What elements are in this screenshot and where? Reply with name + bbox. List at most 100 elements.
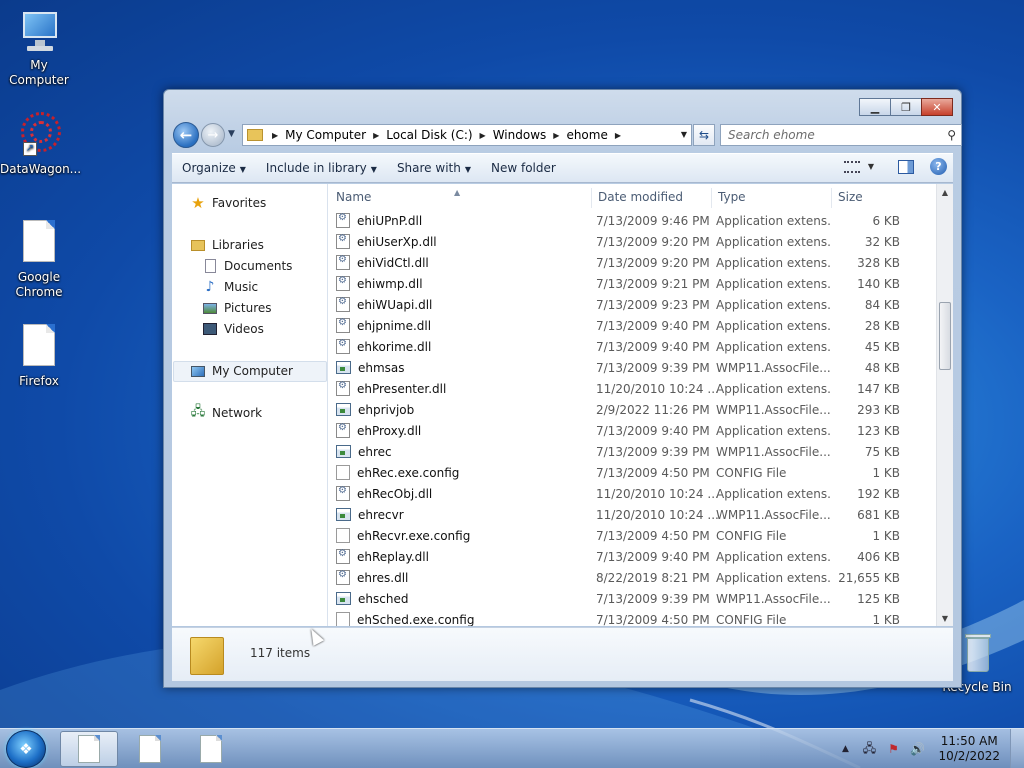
scrollbar-thumb[interactable] bbox=[939, 302, 951, 370]
column-header-date[interactable]: Date modified bbox=[592, 188, 712, 208]
table-row[interactable]: ehrecvr 11/20/2010 10:24 ... WMP11.AssocFi… bbox=[330, 504, 910, 525]
explorer-window[interactable]: ▁ ❐ ✕ ← → ▼ ▶ My Computer ▶ Local Disk (… bbox=[163, 89, 962, 688]
clock-time: 11:50 AM bbox=[940, 734, 998, 748]
table-row[interactable]: ehres.dll 8/22/2019 8:21 PM Application ex… bbox=[330, 567, 910, 588]
details-pane: 117 items bbox=[172, 627, 953, 681]
table-row[interactable]: ehiUPnP.dll 7/13/2009 9:46 PM Application … bbox=[330, 210, 910, 231]
file-list[interactable]: ▲ Name Date modified Type Size ehiUPnP.d… bbox=[330, 184, 935, 626]
breadcrumb-local-disk[interactable]: Local Disk (C:) bbox=[382, 128, 476, 142]
search-icon[interactable]: ⚲ bbox=[947, 128, 956, 142]
desktop-icon-firefox[interactable]: Firefox bbox=[0, 320, 78, 389]
table-row[interactable]: ehRecvr.exe.config 7/13/2009 4:50 PM CONFI… bbox=[330, 525, 910, 546]
dll-file-icon bbox=[336, 276, 350, 291]
forward-button[interactable]: → bbox=[201, 123, 225, 147]
search-input[interactable]: Search ehome ⚲ bbox=[720, 124, 962, 146]
table-row[interactable]: ehPresenter.dll 11/20/2010 10:24 ...Appli… bbox=[330, 378, 910, 399]
desktop-icon-datawagon[interactable]: ↗ DataWagon... bbox=[0, 112, 81, 177]
file-name-cell: ehPresenter.dll bbox=[330, 381, 592, 396]
show-desktop-button[interactable] bbox=[1010, 729, 1024, 768]
breadcrumb-ehome[interactable]: ehome bbox=[562, 128, 611, 142]
nav-favorites[interactable]: ★ Favorites bbox=[190, 193, 266, 213]
change-view-icon[interactable] bbox=[843, 160, 860, 173]
include-in-library-button[interactable]: Include in library ▼ bbox=[256, 161, 387, 175]
taskbar-button-3[interactable] bbox=[182, 731, 240, 767]
refresh-button[interactable]: ⇆ bbox=[693, 124, 715, 146]
share-with-button[interactable]: Share with ▼ bbox=[387, 161, 481, 175]
dll-file-icon bbox=[336, 570, 350, 585]
organize-button[interactable]: Organize ▼ bbox=[172, 161, 256, 175]
table-row[interactable]: ehProxy.dll 7/13/2009 9:40 PM Application … bbox=[330, 420, 910, 441]
show-hidden-icons-icon[interactable]: ▲ bbox=[836, 740, 854, 758]
nav-pictures[interactable]: Pictures bbox=[202, 298, 272, 318]
scroll-down-icon[interactable]: ▼ bbox=[937, 610, 953, 626]
table-row[interactable]: ehiWUapi.dll 7/13/2009 9:23 PM Application… bbox=[330, 294, 910, 315]
table-row[interactable]: ehjpnime.dll 7/13/2009 9:40 PM Application… bbox=[330, 315, 910, 336]
column-header-type[interactable]: Type bbox=[712, 188, 832, 208]
file-type: Application extens... bbox=[716, 570, 830, 585]
breadcrumb-separator-icon[interactable]: ▶ bbox=[370, 131, 382, 140]
file-date: 7/13/2009 9:40 PM bbox=[596, 339, 710, 354]
file-size: 6 KB bbox=[872, 213, 900, 228]
table-row[interactable]: ehmsas 7/13/2009 9:39 PM WMP11.AssocFile..… bbox=[330, 357, 910, 378]
breadcrumb-my-computer[interactable]: My Computer bbox=[281, 128, 370, 142]
table-row[interactable]: ehiwmp.dll 7/13/2009 9:21 PM Application e… bbox=[330, 273, 910, 294]
table-row[interactable]: ehiUserXp.dll 7/13/2009 9:20 PM Applicatio… bbox=[330, 231, 910, 252]
nav-documents[interactable]: Documents bbox=[202, 256, 292, 276]
clock[interactable]: 11:50 AM 10/2/2022 bbox=[938, 734, 1000, 764]
volume-icon[interactable]: 🔊 bbox=[908, 740, 926, 758]
table-row[interactable]: ehprivjob 2/9/2022 11:26 PM WMP11.AssocFil… bbox=[330, 399, 910, 420]
document-icon bbox=[78, 735, 100, 763]
address-bar[interactable]: ▶ My Computer ▶ Local Disk (C:) ▶ Window… bbox=[242, 124, 692, 146]
file-date: 7/13/2009 9:21 PM bbox=[596, 276, 710, 291]
vertical-scrollbar[interactable]: ▲ ▼ bbox=[936, 184, 953, 626]
address-dropdown-icon[interactable]: ▼ bbox=[681, 130, 687, 139]
new-folder-button[interactable]: New folder bbox=[481, 161, 566, 175]
table-row[interactable]: ehsched 7/13/2009 9:39 PM WMP11.AssocFile.… bbox=[330, 588, 910, 609]
dll-file-icon bbox=[336, 381, 350, 396]
desktop-icon-my-computer[interactable]: My Computer bbox=[0, 8, 78, 88]
breadcrumb-windows[interactable]: Windows bbox=[489, 128, 551, 142]
nav-libraries[interactable]: Libraries bbox=[190, 235, 264, 255]
nav-my-computer[interactable]: My Computer bbox=[190, 361, 293, 381]
table-row[interactable]: ehrec 7/13/2009 9:39 PM WMP11.AssocFile...… bbox=[330, 441, 910, 462]
maximize-button[interactable]: ❐ bbox=[890, 98, 922, 116]
file-date: 11/20/2010 10:24 ... bbox=[596, 486, 719, 501]
table-row[interactable]: ehRecObj.dll 11/20/2010 10:24 ...Applicat… bbox=[330, 483, 910, 504]
nav-music[interactable]: ♪ Music bbox=[202, 277, 259, 297]
taskbar-button-explorer[interactable] bbox=[60, 731, 118, 767]
back-arrow-icon: ← bbox=[179, 126, 193, 144]
file-name: ehPresenter.dll bbox=[357, 381, 447, 396]
recent-pages-dropdown[interactable]: ▼ bbox=[228, 129, 235, 139]
table-row[interactable]: ehSched.exe.config 7/13/2009 4:50 PM CONFI… bbox=[330, 609, 910, 626]
table-row[interactable]: ehkorime.dll 7/13/2009 9:40 PM Application… bbox=[330, 336, 910, 357]
nav-videos[interactable]: Videos bbox=[202, 319, 264, 339]
start-button[interactable]: ❖ bbox=[6, 730, 46, 768]
column-header-name[interactable]: ▲ Name bbox=[330, 188, 592, 208]
close-button[interactable]: ✕ bbox=[921, 98, 953, 116]
desktop-icon-google-chrome[interactable]: Google Chrome bbox=[0, 216, 78, 300]
taskbar-button-2[interactable] bbox=[121, 731, 179, 767]
preview-pane-icon[interactable] bbox=[898, 159, 914, 174]
view-options-dropdown-icon[interactable]: ▼ bbox=[868, 162, 874, 171]
table-row[interactable]: ehRec.exe.config 7/13/2009 4:50 PM CONFIG … bbox=[330, 462, 910, 483]
network-status-icon[interactable]: 🖧 bbox=[860, 740, 878, 758]
column-header-size[interactable]: Size bbox=[832, 188, 908, 208]
file-size: 84 KB bbox=[864, 297, 900, 312]
breadcrumb-separator-icon[interactable]: ▶ bbox=[477, 131, 489, 140]
help-icon[interactable]: ? bbox=[930, 158, 947, 175]
breadcrumb-separator-icon[interactable]: ▶ bbox=[550, 131, 562, 140]
folder-icon bbox=[247, 129, 263, 141]
scroll-up-icon[interactable]: ▲ bbox=[937, 184, 953, 200]
breadcrumb-separator-icon[interactable]: ▶ bbox=[612, 131, 624, 140]
nav-network[interactable]: 🖧 Network bbox=[190, 403, 262, 423]
file-name-cell: ehReplay.dll bbox=[330, 549, 592, 564]
action-center-flag-icon[interactable]: ⚑ bbox=[884, 740, 902, 758]
breadcrumb-separator-icon[interactable]: ▶ bbox=[269, 131, 281, 140]
minimize-button[interactable]: ▁ bbox=[859, 98, 891, 116]
computer-icon bbox=[190, 364, 206, 378]
config-file-icon bbox=[336, 612, 350, 626]
back-button[interactable]: ← bbox=[173, 122, 199, 148]
table-row[interactable]: ehiVidCtl.dll 7/13/2009 9:20 PM Applicatio… bbox=[330, 252, 910, 273]
dll-file-icon bbox=[336, 255, 350, 270]
table-row[interactable]: ehReplay.dll 7/13/2009 9:40 PM Application… bbox=[330, 546, 910, 567]
